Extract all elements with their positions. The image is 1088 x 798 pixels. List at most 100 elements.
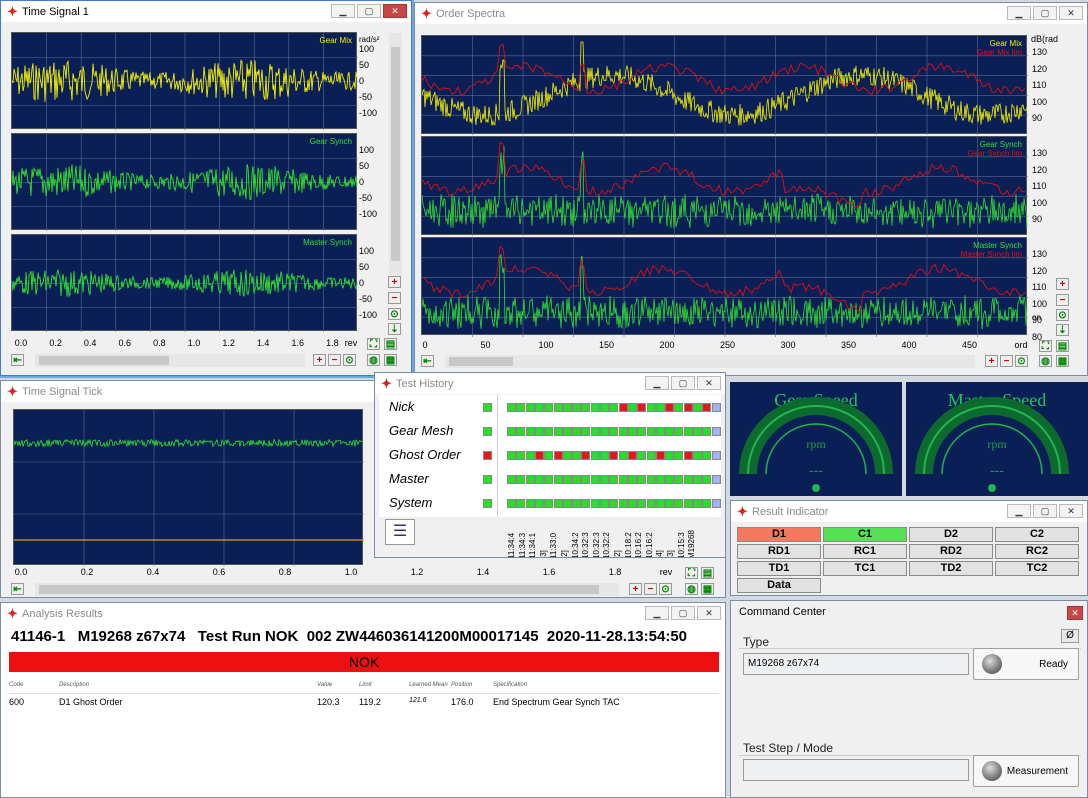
history-cell[interactable]	[590, 475, 600, 484]
history-cell[interactable]	[534, 403, 544, 412]
history-cell[interactable]	[516, 427, 526, 436]
history-cell[interactable]	[507, 499, 516, 508]
history-cell[interactable]	[562, 499, 572, 508]
copy-icon[interactable]: ▦	[1056, 355, 1069, 367]
close-icon[interactable]: ✕	[1059, 504, 1083, 518]
history-cell[interactable]	[646, 427, 656, 436]
copy-icon[interactable]: ▦	[701, 583, 714, 595]
history-cell[interactable]	[618, 475, 628, 484]
history-cell[interactable]	[665, 475, 675, 484]
order-spectra-titlebar[interactable]: ✦ Order Spectra ▁ ▢ ✕	[415, 3, 1087, 24]
history-cell[interactable]	[572, 499, 582, 508]
history-cell[interactable]	[646, 403, 656, 412]
history-cell[interactable]	[674, 475, 684, 484]
history-cell[interactable]	[544, 499, 554, 508]
result-button[interactable]: TD1	[737, 561, 821, 576]
history-cell[interactable]	[674, 499, 684, 508]
history-cell[interactable]	[711, 475, 721, 484]
history-cell[interactable]	[525, 499, 535, 508]
column-header[interactable]: Limit	[359, 682, 399, 688]
x-zoom-out-button[interactable]: −	[328, 354, 341, 366]
type-field[interactable]: M19268 z67x74	[743, 653, 969, 675]
history-cell[interactable]	[553, 499, 563, 508]
minimize-icon[interactable]: ▁	[331, 4, 355, 18]
history-cell[interactable]	[600, 475, 609, 484]
x-reset-button[interactable]: ⊙	[343, 354, 356, 366]
maximize-icon[interactable]: ▢	[671, 606, 695, 620]
result-button[interactable]: TD2	[909, 561, 993, 576]
autoscale-button[interactable]: ⇣	[1056, 324, 1069, 336]
history-cell[interactable]	[562, 451, 572, 460]
history-cell[interactable]	[683, 403, 693, 412]
close-icon[interactable]: ✕	[1067, 606, 1083, 620]
horizontal-scrollbar[interactable]	[445, 355, 975, 368]
minimize-icon[interactable]: ▁	[645, 606, 669, 620]
history-cell[interactable]	[665, 403, 675, 412]
fit-icon[interactable]: ⛶	[1039, 340, 1052, 352]
history-cell[interactable]	[655, 499, 665, 508]
result-button[interactable]: RD1	[737, 544, 821, 559]
history-cell[interactable]	[590, 403, 600, 412]
copy-icon[interactable]: ▦	[384, 354, 397, 366]
result-button[interactable]: D1	[737, 527, 821, 542]
history-cell[interactable]	[553, 427, 563, 436]
x-zoom-out-button[interactable]: −	[644, 583, 657, 595]
export-icon[interactable]: ▤	[701, 567, 714, 579]
history-cell[interactable]	[655, 403, 665, 412]
history-cell[interactable]	[516, 403, 526, 412]
x-reset-button[interactable]: ⊙	[1015, 355, 1028, 367]
history-cell[interactable]	[590, 451, 600, 460]
history-cell[interactable]	[609, 403, 619, 412]
history-cell[interactable]	[674, 403, 684, 412]
history-cell[interactable]	[646, 475, 656, 484]
history-cell[interactable]	[553, 451, 563, 460]
history-cell[interactable]	[572, 475, 582, 484]
column-header[interactable]: Description	[59, 682, 99, 688]
history-cell[interactable]	[590, 499, 600, 508]
column-header[interactable]: Specification	[493, 682, 533, 688]
history-cell[interactable]	[655, 451, 665, 460]
history-cell[interactable]	[525, 427, 535, 436]
history-cell[interactable]	[609, 499, 619, 508]
history-cell[interactable]	[646, 451, 656, 460]
history-cell[interactable]	[562, 475, 572, 484]
history-cell[interactable]	[618, 499, 628, 508]
result-button[interactable]: RC1	[823, 544, 907, 559]
history-cell[interactable]	[507, 475, 516, 484]
history-cell[interactable]	[683, 499, 693, 508]
history-cell[interactable]	[683, 427, 693, 436]
home-button[interactable]: ⇤	[11, 354, 24, 366]
history-cell[interactable]	[627, 427, 637, 436]
history-cell[interactable]	[534, 451, 544, 460]
history-cell[interactable]	[600, 403, 609, 412]
history-cell[interactable]	[581, 499, 591, 508]
history-cell[interactable]	[618, 451, 628, 460]
history-cell[interactable]	[683, 451, 693, 460]
history-cell[interactable]	[674, 451, 684, 460]
command-center-titlebar[interactable]: Command Center ✕	[731, 601, 1087, 622]
fit-icon[interactable]: ⛶	[367, 338, 380, 350]
history-cell[interactable]	[507, 427, 516, 436]
result-button[interactable]: TC1	[823, 561, 907, 576]
history-cell[interactable]	[646, 499, 656, 508]
history-cell[interactable]	[702, 475, 712, 484]
analysis-results-titlebar[interactable]: ✦ Analysis Results ▁ ▢ ✕	[1, 603, 725, 624]
history-cell[interactable]	[655, 427, 665, 436]
history-cell[interactable]	[544, 475, 554, 484]
result-button[interactable]: TC2	[995, 561, 1079, 576]
history-cell[interactable]	[693, 475, 702, 484]
history-cell[interactable]	[609, 475, 619, 484]
x-zoom-in-button[interactable]: +	[313, 354, 326, 366]
measurement-button[interactable]: Measurement	[973, 755, 1079, 787]
history-cell[interactable]	[627, 499, 637, 508]
history-cell[interactable]	[516, 475, 526, 484]
history-cell[interactable]	[627, 475, 637, 484]
x-zoom-in-button[interactable]: +	[985, 355, 998, 367]
zoom-out-button[interactable]: −	[388, 292, 401, 304]
autoscale-button[interactable]: ⇣	[388, 323, 401, 335]
history-cell[interactable]	[637, 499, 647, 508]
result-button[interactable]: RD2	[909, 544, 993, 559]
result-button[interactable]: D2	[909, 527, 993, 542]
history-cell[interactable]	[553, 403, 563, 412]
history-cell[interactable]	[711, 451, 721, 460]
